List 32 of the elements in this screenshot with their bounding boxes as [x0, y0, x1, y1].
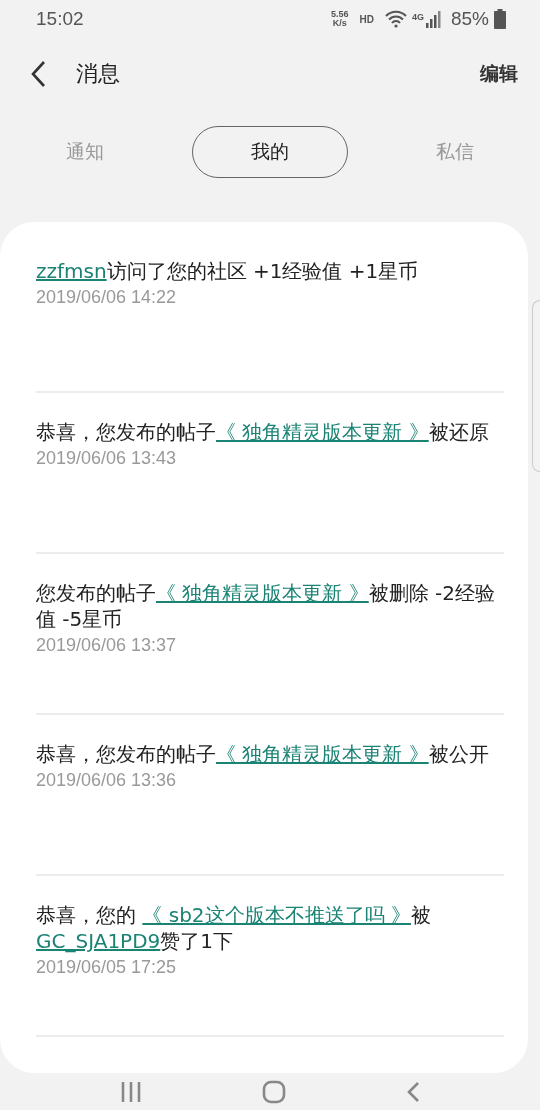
tab[interactable]: 通知	[30, 126, 140, 178]
wifi-icon	[384, 10, 407, 28]
message-text: 您发布的帖子《 独角精灵版本更新 》被删除 -2经验值 -5星币	[36, 580, 497, 632]
status-time: 15:02	[36, 8, 84, 30]
link[interactable]: 《 独角精灵版本更新 》	[216, 420, 429, 444]
battery-icon	[494, 9, 506, 29]
message-time: 2019/06/06 14:22	[36, 287, 178, 308]
home-icon[interactable]	[262, 1079, 286, 1104]
link[interactable]: GC_SJA1PD9	[36, 929, 161, 953]
message-time: 2019/06/05 17:25	[36, 957, 178, 978]
link[interactable]: 《 sb2这个版本不推送了吗 》	[142, 903, 411, 927]
page-title: 消息	[76, 60, 121, 88]
message-text: 恭喜，您发布的帖子《 独角精灵版本更新 》被还原	[36, 419, 490, 445]
back-icon[interactable]	[30, 60, 46, 88]
network-type: 4G	[411, 12, 424, 22]
link[interactable]: 《 独角精灵版本更新 》	[156, 581, 369, 605]
battery-percent: 85%	[450, 8, 489, 30]
message-text: 恭喜，您的 《 sb2这个版本不推送了吗 》被 GC_SJA1PD9赞了1下	[36, 902, 432, 954]
tab[interactable]: 私信	[400, 126, 510, 178]
message-text: 恭喜，您发布的帖子《 独角精灵版本更新 》被公开	[36, 741, 490, 767]
hd-indicator: HD	[359, 13, 374, 25]
message-time: 2019/06/06 13:43	[36, 448, 178, 469]
message-text: zzfmsn访问了您的社区 +1经验值 +1星币	[36, 258, 420, 284]
edit-button[interactable]: 编辑	[478, 57, 520, 91]
link[interactable]: zzfmsn	[36, 259, 107, 283]
signal-icon	[425, 10, 442, 28]
message-time: 2019/06/06 13:36	[36, 770, 178, 791]
link[interactable]: 《 独角精灵版本更新 》	[216, 742, 429, 766]
tab[interactable]: 我的	[192, 126, 348, 178]
message-time: 2019/06/06 13:37	[36, 635, 178, 656]
network-speed: 5.56 K/s	[330, 10, 349, 28]
recent-apps-icon[interactable]	[120, 1080, 142, 1103]
